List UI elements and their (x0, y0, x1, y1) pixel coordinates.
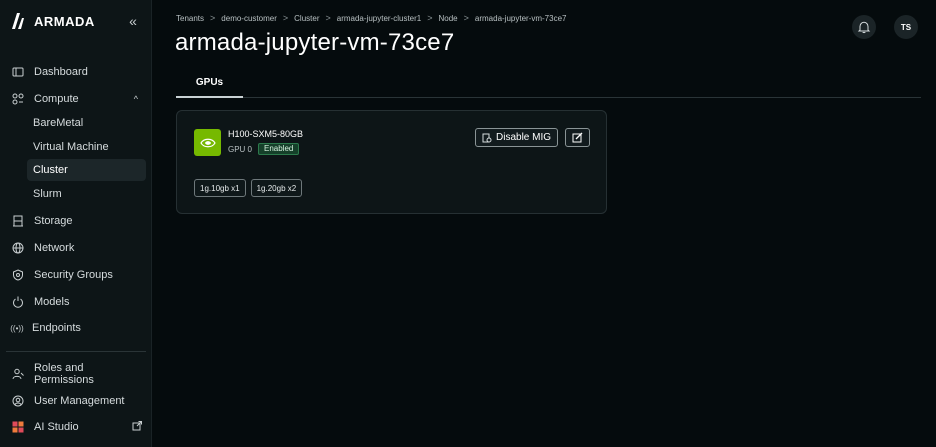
nvidia-logo-icon (194, 129, 221, 156)
active-tab-indicator (176, 96, 243, 98)
chevron-up-icon: ^ (133, 94, 138, 104)
compute-icon (11, 92, 25, 106)
gpu-model-name: H100-SXM5-80GB (228, 129, 304, 139)
sidebar-item-endpoints[interactable]: ((•)) Endpoints (6, 317, 146, 339)
status-badge: Enabled (258, 143, 300, 155)
breadcrumb-separator-icon: > (463, 13, 469, 23)
roles-icon (11, 367, 25, 381)
edit-icon (572, 132, 583, 143)
sidebar: ARMADA « Dashboard Compute ^ BareMetal V… (0, 0, 152, 447)
gpu-index-label: GPU 0 (228, 145, 253, 154)
sidebar-item-user-management[interactable]: User Management (6, 390, 146, 412)
security-icon (11, 268, 25, 282)
sidebar-item-label: Compute (34, 93, 79, 105)
network-icon (11, 241, 25, 255)
breadcrumb-item-cluster[interactable]: Cluster (294, 14, 319, 23)
breadcrumb-separator-icon: > (210, 13, 216, 23)
sidebar-item-security-groups[interactable]: Security Groups (6, 264, 146, 286)
sidebar-item-slurm[interactable]: Slurm (27, 183, 146, 205)
sidebar-item-label: Dashboard (34, 66, 88, 78)
collapse-sidebar-button[interactable]: « (124, 13, 142, 29)
dashboard-icon (11, 65, 25, 79)
sidebar-item-cluster[interactable]: Cluster (27, 159, 146, 181)
sidebar-item-dashboard[interactable]: Dashboard (6, 61, 146, 83)
storage-icon (11, 214, 25, 228)
endpoints-icon: ((•)) (10, 323, 24, 333)
sidebar-item-label: Security Groups (34, 269, 113, 281)
sidebar-item-compute[interactable]: Compute ^ (6, 88, 146, 110)
gpu-card: H100-SXM5-80GB GPU 0 Enabled Disable MIG… (176, 110, 607, 214)
sidebar-item-models[interactable]: Models (6, 291, 146, 313)
breadcrumb-separator-icon: > (282, 13, 289, 23)
tab-gpus[interactable]: GPUs (176, 66, 243, 98)
breadcrumb-item-cluster-name[interactable]: armada-jupyter-cluster1 (337, 14, 421, 23)
sidebar-item-label: Storage (34, 215, 73, 227)
sidebar-item-network[interactable]: Network (6, 237, 146, 259)
breadcrumb-separator-icon: > (427, 13, 433, 23)
mig-profile-chip: 1g.20gb x2 (250, 179, 303, 197)
sidebar-item-label: AI Studio (34, 421, 79, 433)
page-title: armada-jupyter-vm-73ce7 (175, 29, 455, 56)
sidebar-item-label: User Management (34, 395, 125, 407)
breadcrumb-item-customer[interactable]: demo-customer (221, 14, 277, 23)
notifications-button[interactable] (852, 15, 876, 39)
breadcrumb-separator-icon: > (325, 13, 331, 23)
sidebar-item-label: Models (34, 296, 70, 308)
breadcrumb: Tenants > demo-customer > Cluster > arma… (176, 13, 566, 23)
mig-profile-list: 1g.10gb x1 1g.20gb x2 (194, 179, 303, 197)
disable-mig-icon (482, 133, 492, 142)
disable-mig-button[interactable]: Disable MIG (475, 128, 559, 147)
brand-logo[interactable]: ARMADA (10, 12, 95, 30)
sidebar-item-roles-and-permissions[interactable]: Roles and Permissions (6, 362, 146, 386)
sidebar-item-storage[interactable]: Storage (6, 210, 146, 232)
sidebar-item-baremetal[interactable]: BareMetal (27, 112, 146, 134)
sidebar-item-label: Roles and Permissions (33, 362, 94, 386)
sidebar-item-ai-studio[interactable]: AI Studio (6, 416, 146, 438)
sidebar-item-label: Endpoints (32, 322, 81, 334)
sidebar-item-virtual-machine[interactable]: Virtual Machine (27, 136, 146, 158)
edit-button[interactable] (565, 128, 590, 147)
breadcrumb-item-node[interactable]: Node (439, 14, 458, 23)
brand-name: ARMADA (34, 13, 95, 29)
sidebar-item-label: Network (34, 242, 75, 254)
armada-logo-icon (12, 13, 24, 29)
models-icon (11, 295, 25, 309)
avatar[interactable]: TS (894, 15, 918, 39)
ai-studio-icon (11, 420, 25, 434)
user-management-icon (11, 394, 25, 408)
sidebar-divider (6, 351, 146, 352)
bell-icon (857, 21, 871, 34)
breadcrumb-item-current: armada-jupyter-vm-73ce7 (474, 13, 567, 23)
breadcrumb-item-tenants[interactable]: Tenants (176, 14, 204, 23)
mig-profile-chip: 1g.10gb x1 (194, 179, 246, 197)
tab-bar: GPUs (176, 66, 921, 98)
external-link-icon[interactable] (132, 420, 142, 434)
disable-mig-label: Disable MIG (496, 132, 552, 143)
